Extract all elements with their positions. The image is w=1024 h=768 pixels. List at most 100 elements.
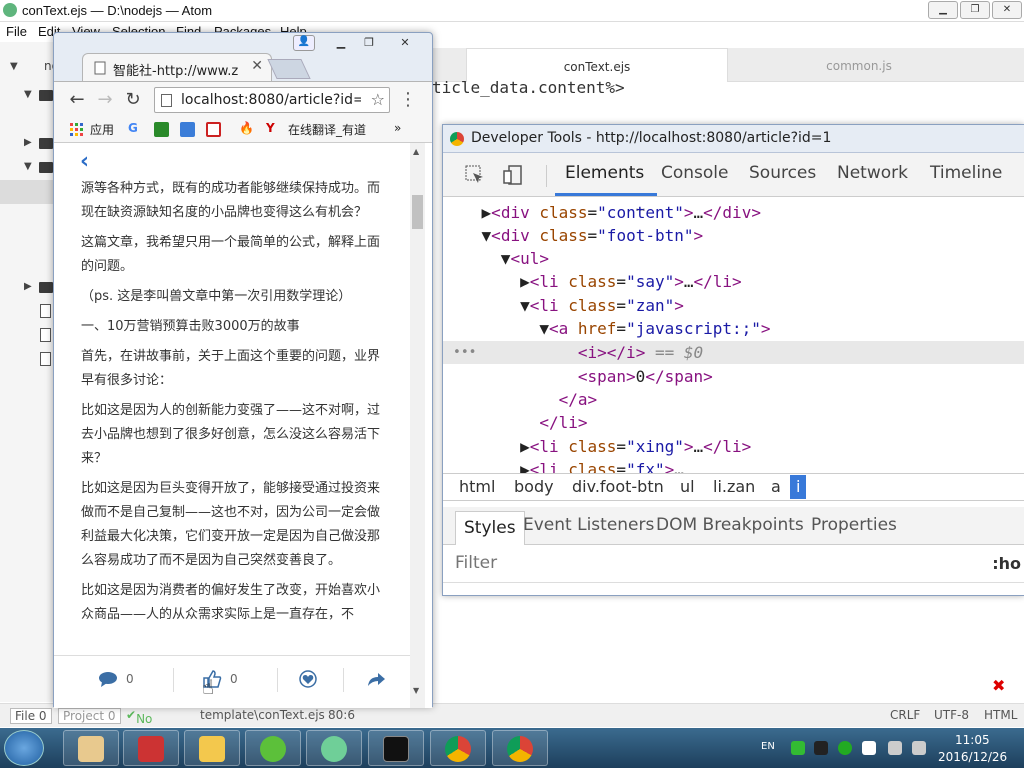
tab-styles[interactable]: Styles <box>455 511 525 545</box>
tab-timeline[interactable]: Timeline <box>930 163 1002 183</box>
heart-icon[interactable] <box>298 670 318 688</box>
dom-node[interactable]: ▶<li class="fx">… <box>443 458 1024 473</box>
flame-icon[interactable]: 🔥 <box>239 121 254 135</box>
expand-right-icon[interactable]: ▶ <box>520 460 530 473</box>
dom-node[interactable]: ▼<li class="zan"> <box>443 294 1024 317</box>
tab-context-ejs[interactable]: conText.ejs <box>466 48 728 82</box>
bookmark-youdao[interactable]: 在线翻译_有道 <box>288 121 366 138</box>
expand-right-icon[interactable]: ▶ <box>520 437 530 456</box>
tab-sources[interactable]: Sources <box>749 163 816 183</box>
status-file-count[interactable]: File 0 <box>10 708 52 724</box>
chrome-menu-icon[interactable]: ⋮ <box>399 89 417 110</box>
minimize-button[interactable]: ▁ <box>328 35 354 51</box>
bookmark-icon[interactable] <box>180 122 195 137</box>
taskbar-app[interactable] <box>430 730 486 766</box>
new-tab-button[interactable] <box>267 59 311 79</box>
status-grammar[interactable]: HTML <box>984 708 1017 722</box>
dom-node[interactable]: ▼<div class="foot-btn"> <box>443 224 1024 247</box>
dom-node[interactable]: </li> <box>443 411 1024 434</box>
dom-node[interactable]: ▼<a href="javascript:;"> <box>443 317 1024 340</box>
status-line-ending[interactable]: CRLF <box>890 708 920 722</box>
dom-node[interactable]: ▶<div class="content">…</div> <box>443 201 1024 224</box>
reload-icon[interactable]: ↻ <box>122 89 144 111</box>
expand-down-icon[interactable]: ▼ <box>482 226 492 245</box>
inspect-element-icon[interactable] <box>465 165 485 185</box>
close-button[interactable]: ✕ <box>392 35 418 51</box>
editor-code-line[interactable]: ticle_data.content%> <box>432 78 625 97</box>
close-icon[interactable]: ✖ <box>992 676 1005 695</box>
back-arrow-icon[interactable]: ‹ <box>80 149 89 174</box>
user-icon[interactable]: 👤 <box>293 35 315 51</box>
taskbar-app[interactable] <box>63 730 119 766</box>
minimize-button[interactable]: ▁ <box>928 1 958 19</box>
status-encoding[interactable]: UTF-8 <box>934 708 969 722</box>
taskbar-app[interactable] <box>245 730 301 766</box>
hover-state-toggle[interactable]: :ho <box>992 554 1021 573</box>
dom-node[interactable]: </a> <box>443 388 1024 411</box>
status-file-path[interactable]: template\conText.ejs <box>200 708 325 722</box>
more-bookmarks-icon[interactable]: » <box>394 121 401 135</box>
start-button[interactable] <box>4 730 44 766</box>
language-indicator[interactable]: EN <box>761 741 775 752</box>
crumb-i[interactable]: i <box>790 475 807 499</box>
maximize-button[interactable]: ❐ <box>960 1 990 19</box>
dom-node[interactable]: ▶<li class="say">…</li> <box>443 270 1024 293</box>
more-options-icon[interactable]: ••• <box>453 341 476 364</box>
plus-icon[interactable] <box>838 741 852 755</box>
taskbar-app[interactable] <box>123 730 179 766</box>
wechat-icon[interactable] <box>791 741 805 755</box>
tab-close-icon[interactable]: ✕ <box>251 58 263 74</box>
browser-tab[interactable]: 智能社-http://www.zhi ✕ <box>82 53 272 81</box>
crumb-html[interactable]: html <box>459 477 495 496</box>
tab-dom-breakpoints[interactable]: DOM Breakpoints <box>656 515 804 535</box>
tab-properties[interactable]: Properties <box>811 515 897 535</box>
tab-console[interactable]: Console <box>661 163 729 183</box>
taskbar-app[interactable] <box>184 730 240 766</box>
flag-icon[interactable] <box>862 741 876 755</box>
youdao-icon[interactable]: Y <box>266 121 275 135</box>
scroll-thumb[interactable] <box>412 195 423 229</box>
status-project-count[interactable]: Project 0 <box>58 708 121 724</box>
status-issues[interactable]: ✔ No Issues <box>126 708 173 740</box>
scroll-down-icon[interactable]: ▼ <box>413 686 419 695</box>
status-cursor-position[interactable]: 80:6 <box>328 708 355 722</box>
back-icon[interactable]: ← <box>66 89 88 111</box>
taskbar-app[interactable] <box>306 730 362 766</box>
crumb-ul[interactable]: ul <box>680 477 695 496</box>
maximize-button[interactable]: ❐ <box>356 35 382 51</box>
tab-elements[interactable]: Elements <box>565 163 644 183</box>
menu-file[interactable]: File <box>6 24 27 39</box>
dom-node[interactable]: ▶<li class="xing">…</li> <box>443 435 1024 458</box>
expand-right-icon[interactable]: ▶ <box>520 272 530 291</box>
device-mode-icon[interactable] <box>503 165 523 185</box>
crumb-a[interactable]: a <box>771 477 781 496</box>
dom-node[interactable]: <span>0</span> <box>443 365 1024 388</box>
close-button[interactable]: ✕ <box>992 1 1022 19</box>
taskbar-app[interactable] <box>492 730 548 766</box>
comment-icon[interactable] <box>98 670 118 688</box>
tray-icon[interactable] <box>814 741 828 755</box>
network-icon[interactable] <box>888 741 902 755</box>
tab-common-js[interactable]: common.js <box>728 48 990 82</box>
dom-node-selected[interactable]: ••• <i></i> == $0 <box>443 341 1024 364</box>
volume-icon[interactable] <box>912 741 926 755</box>
bookmark-star-icon[interactable]: ☆ <box>371 90 385 109</box>
expand-down-icon[interactable]: ▼ <box>501 249 511 268</box>
address-bar[interactable]: localhost:8080/article?id=1 ☆ <box>154 87 390 113</box>
forward-icon[interactable]: → <box>94 89 116 111</box>
tab-event-listeners[interactable]: Event Listeners <box>523 515 654 535</box>
clock-date[interactable]: 2016/12/26 <box>938 750 1007 764</box>
scroll-up-icon[interactable]: ▲ <box>413 147 419 156</box>
clock-time[interactable]: 11:05 <box>955 733 990 747</box>
dom-node[interactable]: ▼<ul> <box>443 247 1024 270</box>
url-text[interactable]: localhost:8080/article?id=1 <box>181 92 361 108</box>
crumb-li-zan[interactable]: li.zan <box>713 477 755 496</box>
expand-right-icon[interactable]: ▶ <box>482 203 492 222</box>
expand-down-icon[interactable]: ▼ <box>539 319 549 338</box>
bookmark-apps[interactable]: 应用 <box>90 121 114 138</box>
bookmark-icon[interactable] <box>154 122 169 137</box>
page-scrollbar[interactable]: ▲ ▼ <box>410 143 425 708</box>
google-icon[interactable]: G <box>128 121 138 135</box>
crumb-body[interactable]: body <box>514 477 554 496</box>
bookmark-icon[interactable] <box>206 122 221 137</box>
